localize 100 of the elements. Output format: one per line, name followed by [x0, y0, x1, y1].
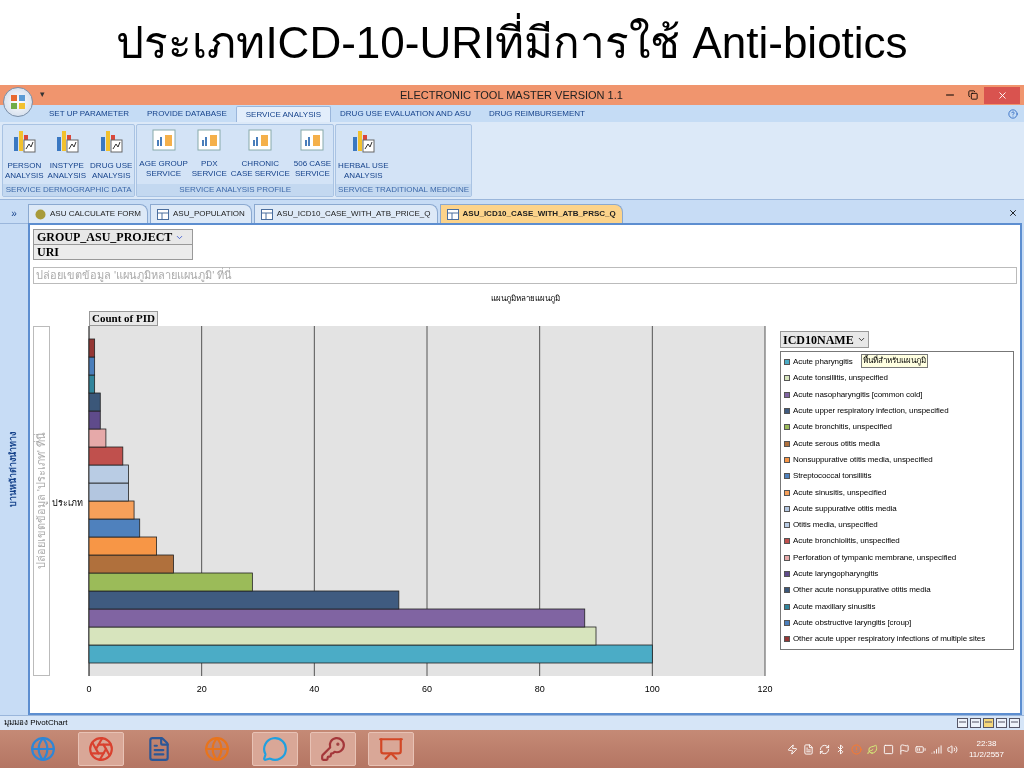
ribbon-button[interactable]: CHRONIC CASE SERVICE — [228, 129, 292, 179]
document-icon — [146, 736, 172, 762]
taskbar-button[interactable] — [368, 732, 414, 766]
bar — [88, 464, 129, 484]
axis-tick-label: 80 — [534, 684, 545, 694]
circular-arrows-icon[interactable] — [819, 743, 830, 755]
chart-title: แผนภูมิหลายแผนภูมิ — [489, 293, 561, 306]
view-icon[interactable] — [996, 718, 1007, 728]
legend-label: Acute maxillary sinusitis — [793, 600, 876, 613]
signal-icon[interactable] — [931, 743, 942, 755]
bar — [88, 536, 157, 556]
document-tab[interactable]: ASU_ICD10_CASE_WITH_ATB_PRICE_Q — [253, 204, 438, 223]
ribbon-button[interactable]: PDX SERVICE — [189, 129, 229, 179]
view-icon[interactable] — [970, 718, 981, 728]
legend-label: Acute tonsillitis, unspecified — [793, 372, 888, 385]
filter-value[interactable]: URI — [33, 245, 193, 260]
bar — [88, 500, 135, 520]
legend-field-button[interactable]: ICD10NAME — [780, 331, 869, 348]
axis-tick-label: 120 — [757, 684, 773, 694]
bar-chart-icon — [99, 129, 124, 153]
taskbar-button[interactable] — [252, 732, 298, 766]
globe-icon — [204, 736, 230, 762]
taskbar-button[interactable] — [78, 732, 124, 766]
group-label: SERVICE ANALYSIS PROFILE — [137, 184, 334, 196]
axis-tick-label: 20 — [196, 684, 207, 694]
document-tab[interactable]: ASU_ICD10_CASE_WITH_ATB_PRSC_Q — [439, 204, 623, 223]
axis-tick-label: 40 — [309, 684, 320, 694]
view-icon[interactable] — [983, 718, 994, 728]
speaker-icon[interactable] — [947, 743, 958, 755]
slide-icon — [378, 736, 404, 762]
view-icon[interactable] — [1009, 718, 1020, 728]
legend-label: Acute pharyngitis — [793, 356, 853, 369]
data-field-button[interactable]: Count of PID — [89, 311, 158, 326]
series-drop-zone: ปล่อยเขตข้อมูล 'แผนภูมิหลายแผนภูมิ' ที่นี่ — [33, 267, 1017, 284]
chat-bubble-icon — [262, 736, 288, 762]
lightning-icon[interactable] — [787, 743, 798, 755]
legend-label: Acute obstructive laryngitis [croup] — [793, 616, 912, 629]
bar-chart-icon — [54, 129, 79, 153]
close-icon — [996, 89, 1008, 101]
ribbon-tab[interactable]: SERVICE ANALYSIS — [235, 106, 332, 122]
form-icon — [35, 208, 46, 220]
document-tab[interactable]: ASU CALCULATE FORM — [28, 204, 148, 223]
group-label: SERVICE TRADITIONAL MEDICINE — [336, 184, 472, 196]
legend-label: Nonsuppurative otitis media, unspecified — [793, 453, 933, 466]
legend-label: Acute suppurative otitis media — [793, 502, 897, 515]
report-icon — [151, 129, 176, 151]
ribbon-button[interactable]: DRUG USE ANALYSIS — [88, 129, 135, 181]
document-icon[interactable] — [803, 743, 814, 755]
document-tab[interactable]: ASU_POPULATION — [150, 204, 252, 223]
ribbon-tab[interactable]: DRUG USE EVALUATION AND ASU — [331, 106, 480, 122]
legend-label: Acute nasopharyngitis [common cold] — [793, 388, 923, 401]
table-icon — [157, 208, 169, 220]
ribbon-button[interactable]: INSTYPE ANALYSIS — [45, 129, 89, 181]
battery-icon[interactable] — [915, 743, 926, 755]
key-icon — [320, 736, 346, 762]
legend-label: Acute upper respiratory infection, unspecified — [793, 405, 949, 418]
category-drop-zone: ปล่อยเขตข้อมูล 'ประเภท' ที่นี่ — [33, 326, 50, 676]
legend-label: Acute laryngopharyngitis — [793, 568, 879, 580]
restore-icon[interactable] — [968, 90, 978, 100]
tooltip: พื้นที่สำหรับแผนภูมิ — [861, 354, 928, 368]
bar-chart-icon — [12, 129, 37, 153]
flag-icon[interactable] — [899, 743, 910, 755]
axis-tick-label: 60 — [422, 684, 432, 694]
taskbar-button[interactable] — [310, 732, 356, 766]
legend-label: Acute bronchiolitis, unspecified — [793, 535, 900, 548]
leaf-icon[interactable] — [867, 743, 878, 755]
ribbon-button[interactable]: AGE GROUP SERVICE — [137, 129, 190, 179]
close-button[interactable] — [984, 86, 1020, 104]
group-label: SERVICE DERMOGRAPHIC DATA — [3, 184, 135, 196]
view-icon[interactable] — [957, 718, 968, 728]
wheel-icon — [88, 736, 114, 762]
nav-pane-toggle[interactable]: » — [11, 203, 17, 223]
ribbon-tab[interactable]: DRUG REIMBURSEMENT — [479, 106, 594, 122]
ribbon-button[interactable]: HERBAL USE ANALYSIS — [336, 129, 391, 181]
legend-label: Perforation of tympanic membrane, unspecified — [793, 551, 957, 564]
ribbon-button[interactable]: 506 CASE SERVICE — [291, 129, 334, 179]
table-icon — [260, 208, 273, 220]
help-icon[interactable] — [1008, 109, 1018, 119]
caret-icon — [856, 335, 866, 344]
category-label: ประเภท — [52, 498, 83, 508]
table-icon — [446, 208, 459, 220]
ribbon-tab[interactable]: SET UP PARAMETER — [40, 106, 139, 122]
legend-label: Acute bronchitis, unspecified — [793, 421, 892, 434]
quick-access-menu[interactable]: ▾ — [40, 88, 45, 102]
filter-field-button[interactable]: GROUP_ASU_PROJECT — [33, 229, 193, 245]
square-icon[interactable] — [883, 743, 894, 755]
nav-pane-label[interactable]: บานหน้าต่างนำทาง — [7, 432, 21, 507]
ribbon-button[interactable]: PERSON ANALYSIS — [3, 129, 46, 181]
ribbon-tab[interactable]: PROVIDE DATABASE — [138, 106, 236, 122]
office-orb-icon[interactable] — [3, 87, 33, 117]
legend-label: Otitis media, unspecified — [793, 519, 878, 532]
globe-icon — [30, 736, 56, 762]
axis-tick-label: 0 — [86, 684, 92, 694]
window-title: ELECTRONIC TOOL MASTER VERSION 1.1 — [400, 87, 623, 103]
report-icon — [248, 129, 273, 151]
report-icon — [300, 129, 325, 151]
bluetooth-icon[interactable] — [835, 743, 846, 755]
close-icon[interactable] — [1008, 208, 1018, 218]
legend-label: Other acute upper respiratory infections of multiple sites — [793, 633, 986, 646]
axis-tick-label: 100 — [644, 684, 660, 694]
